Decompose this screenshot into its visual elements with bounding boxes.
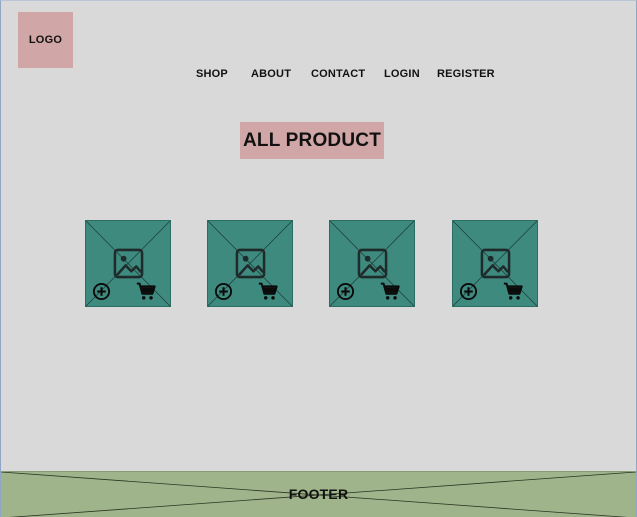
page-title-box: ALL PRODUCT — [240, 122, 384, 159]
image-placeholder-icon — [357, 248, 388, 279]
product-card[interactable] — [452, 220, 538, 307]
cart-icon[interactable] — [135, 280, 157, 302]
cart-icon[interactable] — [257, 280, 279, 302]
image-placeholder-icon — [235, 248, 266, 279]
product-card[interactable] — [329, 220, 415, 307]
product-card[interactable] — [85, 220, 171, 307]
nav-item-register[interactable]: REGISTER — [437, 68, 495, 80]
add-circle-icon[interactable] — [214, 282, 233, 301]
footer-label: FOOTER — [288, 486, 349, 502]
nav-item-login[interactable]: LOGIN — [384, 68, 420, 80]
page-title: ALL PRODUCT — [242, 129, 381, 151]
nav-item-contact[interactable]: CONTACT — [311, 68, 365, 80]
image-placeholder-icon — [480, 248, 511, 279]
add-circle-icon[interactable] — [92, 282, 111, 301]
nav-item-about[interactable]: ABOUT — [251, 68, 291, 80]
page: LOGO SHOP ABOUT CONTACT LOGIN REGISTER A… — [0, 0, 637, 517]
add-circle-icon[interactable] — [459, 282, 478, 301]
cart-icon[interactable] — [502, 280, 524, 302]
nav-item-shop[interactable]: SHOP — [196, 68, 228, 80]
footer: FOOTER — [1, 471, 636, 517]
cart-icon[interactable] — [379, 280, 401, 302]
add-circle-icon[interactable] — [336, 282, 355, 301]
main-nav: SHOP ABOUT CONTACT LOGIN REGISTER — [1, 68, 636, 82]
product-card[interactable] — [207, 220, 293, 307]
logo-label: LOGO — [28, 34, 63, 46]
logo[interactable]: LOGO — [18, 12, 73, 68]
image-placeholder-icon — [113, 248, 144, 279]
